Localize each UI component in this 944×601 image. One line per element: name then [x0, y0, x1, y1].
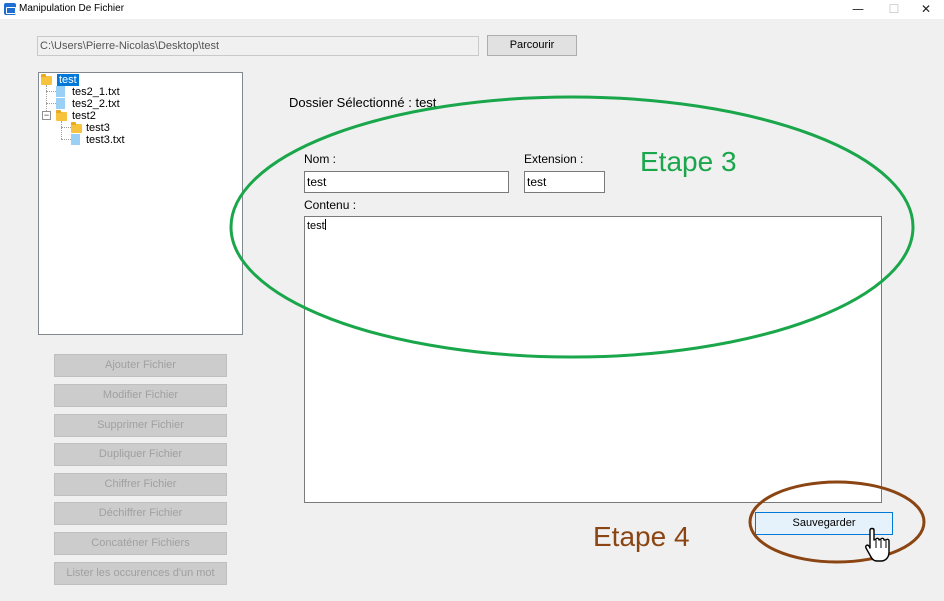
duplicate-file-button[interactable]: Dupliquer Fichier [54, 443, 227, 466]
tree-item-label: test3.txt [86, 134, 125, 146]
maximize-button[interactable]: ☐ [876, 0, 912, 19]
tree-connector [61, 121, 62, 139]
file-icon [71, 134, 80, 145]
file-icon [56, 98, 65, 109]
extension-label: Extension : [524, 152, 584, 166]
add-file-button[interactable]: Ajouter Fichier [54, 354, 227, 377]
minimize-button[interactable]: — [840, 0, 876, 19]
step4-annotation: Etape 4 [593, 521, 690, 552]
collapse-toggle-icon[interactable]: − [42, 111, 51, 120]
name-label: Nom : [304, 152, 337, 166]
extension-field[interactable] [524, 171, 605, 193]
folder-icon [71, 122, 82, 133]
delete-file-button[interactable]: Supprimer Fichier [54, 414, 227, 437]
selected-folder-label: Dossier Sélectionné : test [289, 95, 437, 110]
tree-connector [61, 127, 71, 128]
list-word-occurrences-button[interactable]: Lister les occurences d'un mot [54, 562, 227, 585]
tree-item-label: test2 [72, 110, 96, 122]
tree-connector [46, 103, 56, 104]
path-input[interactable] [37, 36, 479, 56]
save-button[interactable]: Sauvegarder [755, 512, 893, 535]
name-field[interactable] [304, 171, 509, 193]
browse-button[interactable]: Parcourir [487, 35, 577, 56]
tree-connector [46, 91, 56, 92]
title-bar: Manipulation De Fichier — ☐ ✕ [0, 0, 944, 19]
tree-item-label: tes2_2.txt [72, 98, 120, 110]
close-button[interactable]: ✕ [908, 0, 944, 19]
app-icon [4, 3, 16, 15]
file-icon [56, 86, 65, 97]
tree-item-label: test3 [86, 122, 110, 134]
content-label: Contenu : [304, 198, 357, 212]
text-caret [324, 219, 326, 230]
step3-annotation: Etape 3 [640, 146, 737, 177]
decrypt-file-button[interactable]: Déchiffrer Fichier [54, 502, 227, 525]
concatenate-files-button[interactable]: Concaténer Fichiers [54, 532, 227, 555]
window-title: Manipulation De Fichier [19, 3, 125, 14]
encrypt-file-button[interactable]: Chiffrer Fichier [54, 473, 227, 496]
tree-connector [61, 139, 71, 140]
folder-icon [56, 110, 67, 121]
modify-file-button[interactable]: Modifier Fichier [54, 384, 227, 407]
tree-item-label: test [57, 74, 79, 86]
content-textarea[interactable]: test [304, 216, 882, 503]
content-text: test [307, 220, 325, 232]
file-tree[interactable]: test tes2_1.txt tes2_2.txt − test2 test3… [38, 72, 243, 335]
folder-icon [41, 74, 52, 85]
tree-item-label: tes2_1.txt [72, 86, 120, 98]
